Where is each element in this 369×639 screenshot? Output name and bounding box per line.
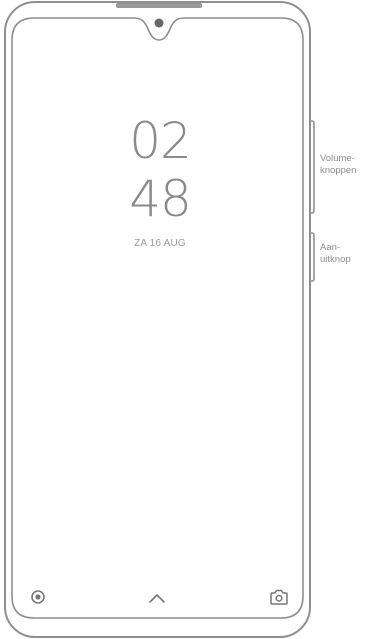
- earpiece-speaker: [116, 3, 202, 8]
- volume-buttons-label: Volume- knoppen: [320, 153, 357, 176]
- phone-illustration: [4, 1, 315, 638]
- clock-minutes: 48: [129, 170, 192, 228]
- lock-screen-date: ZA 16 AUG: [134, 238, 186, 249]
- front-camera: [154, 18, 164, 28]
- clock-hours: 02: [129, 112, 192, 170]
- screen-outline: [11, 17, 304, 619]
- power-button-label: Aan- uitknop: [320, 242, 351, 265]
